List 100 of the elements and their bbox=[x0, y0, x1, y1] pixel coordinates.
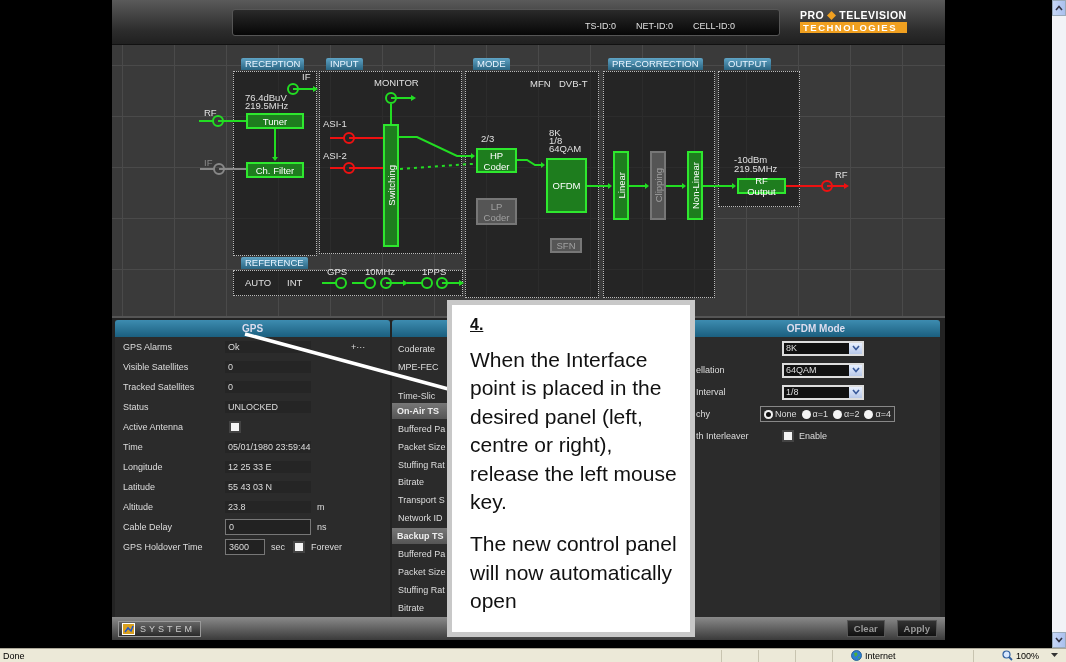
field-label: Network ID bbox=[398, 513, 443, 524]
radio-label: α=2 bbox=[844, 409, 860, 419]
dropdown[interactable]: 64QAM bbox=[782, 362, 864, 378]
field-label: Tracked Satellites bbox=[123, 382, 196, 392]
diagram-label: 76.4dBuV bbox=[245, 93, 287, 103]
field-label: Packet Size bbox=[398, 567, 446, 578]
field-label: MPE-FEC bbox=[398, 361, 439, 372]
caret-icon[interactable] bbox=[1051, 653, 1058, 658]
section-label: INPUT bbox=[326, 58, 363, 70]
scroll-down-button[interactable] bbox=[1052, 632, 1066, 648]
signal-block[interactable]: OFDM bbox=[546, 158, 587, 213]
checkbox[interactable] bbox=[782, 430, 794, 442]
chevron-down-icon bbox=[851, 367, 860, 373]
instruction-text: When the Interface point is placed in the desired panel (left, centre or right), release the left mouse key. bbox=[470, 347, 678, 516]
field-label: Status bbox=[123, 402, 150, 412]
field-label: ellation bbox=[696, 365, 725, 375]
signal-block[interactable]: HP Coder bbox=[476, 148, 517, 173]
magnifier-icon bbox=[1001, 650, 1013, 661]
field-label: Buffered Pa bbox=[398, 423, 446, 434]
chevron-down-icon bbox=[851, 345, 860, 351]
zone-label: Internet bbox=[864, 650, 896, 661]
radio-label: α=1 bbox=[812, 409, 828, 419]
section-header: On-Air TS bbox=[397, 405, 439, 416]
diagram-label: GPS bbox=[327, 267, 348, 277]
dropdown-value: 8K bbox=[786, 343, 798, 353]
dropdown-button[interactable] bbox=[849, 386, 862, 398]
logo-text: PRO bbox=[800, 9, 825, 21]
panel-title: GPS bbox=[115, 320, 390, 337]
action-button[interactable]: Clear bbox=[846, 620, 885, 637]
field-label: Coderate bbox=[398, 343, 436, 354]
unit-label: ns bbox=[317, 522, 327, 532]
signal-line bbox=[665, 183, 686, 189]
diagram-label: 1/8 bbox=[549, 136, 563, 146]
signal-block[interactable]: Tuner bbox=[246, 113, 304, 129]
signal-line bbox=[272, 128, 278, 161]
id-label: NET-ID:0 bbox=[635, 21, 673, 31]
field-label: Stuffing Rat bbox=[398, 459, 445, 470]
diagram-label: 2/3 bbox=[481, 134, 495, 144]
field-label: GPS Holdover Time bbox=[123, 542, 204, 552]
id-label: TS-ID:0 bbox=[584, 21, 616, 31]
instruction-text: The new control panel will now automatically open bbox=[470, 531, 678, 615]
section-label: MODE bbox=[473, 58, 510, 70]
field-label: chy bbox=[696, 409, 710, 419]
dropdown-value: 64QAM bbox=[786, 365, 818, 375]
dropdown-button[interactable] bbox=[849, 364, 862, 376]
field-label: Cable Delay bbox=[123, 522, 174, 532]
checkbox[interactable] bbox=[293, 541, 305, 553]
signal-line bbox=[586, 183, 612, 189]
signal-block[interactable]: Non-Linear bbox=[687, 151, 703, 220]
radio-button[interactable] bbox=[864, 409, 874, 419]
field-label: Packet Size bbox=[398, 441, 446, 452]
diagram-label: RF bbox=[835, 170, 848, 180]
section-label: RECEPTION bbox=[241, 58, 305, 70]
input-field[interactable]: 3600 bbox=[225, 539, 265, 555]
radio-button[interactable] bbox=[764, 409, 773, 419]
radio-button[interactable] bbox=[833, 409, 842, 419]
chevron-down-icon bbox=[851, 389, 860, 395]
chevron-up-icon bbox=[1055, 5, 1063, 11]
section-label: REFERENCE bbox=[241, 257, 308, 269]
field-label: Active Antenna bbox=[123, 422, 185, 432]
field-label: Bitrate bbox=[398, 603, 424, 613]
signal-block[interactable]: Clipping bbox=[650, 151, 666, 220]
logo-text: TECHNOLOGIES bbox=[800, 22, 907, 33]
system-button[interactable]: SYSTEM bbox=[118, 620, 201, 637]
section-label: OUTPUT bbox=[724, 58, 772, 70]
signal-block[interactable]: LP Coder bbox=[476, 198, 517, 225]
checkbox[interactable] bbox=[229, 421, 241, 433]
signal-block[interactable]: Ch. Filter bbox=[246, 162, 304, 178]
status-text: Done bbox=[2, 650, 26, 661]
radio-button[interactable] bbox=[801, 409, 811, 419]
diagram-label: INT bbox=[287, 278, 303, 288]
signal-block[interactable]: Switching bbox=[383, 124, 399, 247]
field-label: Bitrate bbox=[398, 477, 424, 488]
diagram-label: IF bbox=[204, 158, 213, 168]
signal-line bbox=[702, 183, 736, 189]
input-field[interactable]: 0 bbox=[225, 519, 311, 535]
signal-block[interactable]: SFN bbox=[550, 238, 582, 253]
signal-block[interactable]: Linear bbox=[613, 151, 629, 220]
signal-line bbox=[628, 183, 649, 189]
field-value: 0 bbox=[225, 361, 311, 373]
field-value: UNLOCKED bbox=[225, 401, 311, 413]
diagram-label: DVB-T bbox=[559, 79, 588, 89]
field-value: 0 bbox=[225, 381, 311, 393]
scroll-up-button[interactable] bbox=[1052, 0, 1066, 16]
dropdown[interactable]: 8K bbox=[782, 340, 864, 356]
diagram-label: -10dBm bbox=[734, 155, 768, 165]
diamond-icon bbox=[827, 10, 837, 20]
zoom-level[interactable]: 100% bbox=[1015, 650, 1039, 661]
dropdown-button[interactable] bbox=[849, 342, 862, 354]
dropdown-value: 1/8 bbox=[786, 387, 800, 397]
dropdown[interactable]: 1/8 bbox=[782, 384, 864, 400]
field-label: Time bbox=[123, 442, 144, 452]
action-button[interactable]: Apply bbox=[896, 620, 937, 637]
field-label: th Interleaver bbox=[696, 431, 749, 441]
diagram-label: 64QAM bbox=[549, 144, 582, 154]
diagram-label: RF bbox=[204, 108, 217, 118]
diagram-label: AUTO bbox=[245, 278, 272, 288]
unit-label: sec bbox=[271, 542, 285, 552]
section-header: Backup TS bbox=[397, 531, 444, 542]
diagram-label: 10MHz bbox=[365, 267, 396, 277]
